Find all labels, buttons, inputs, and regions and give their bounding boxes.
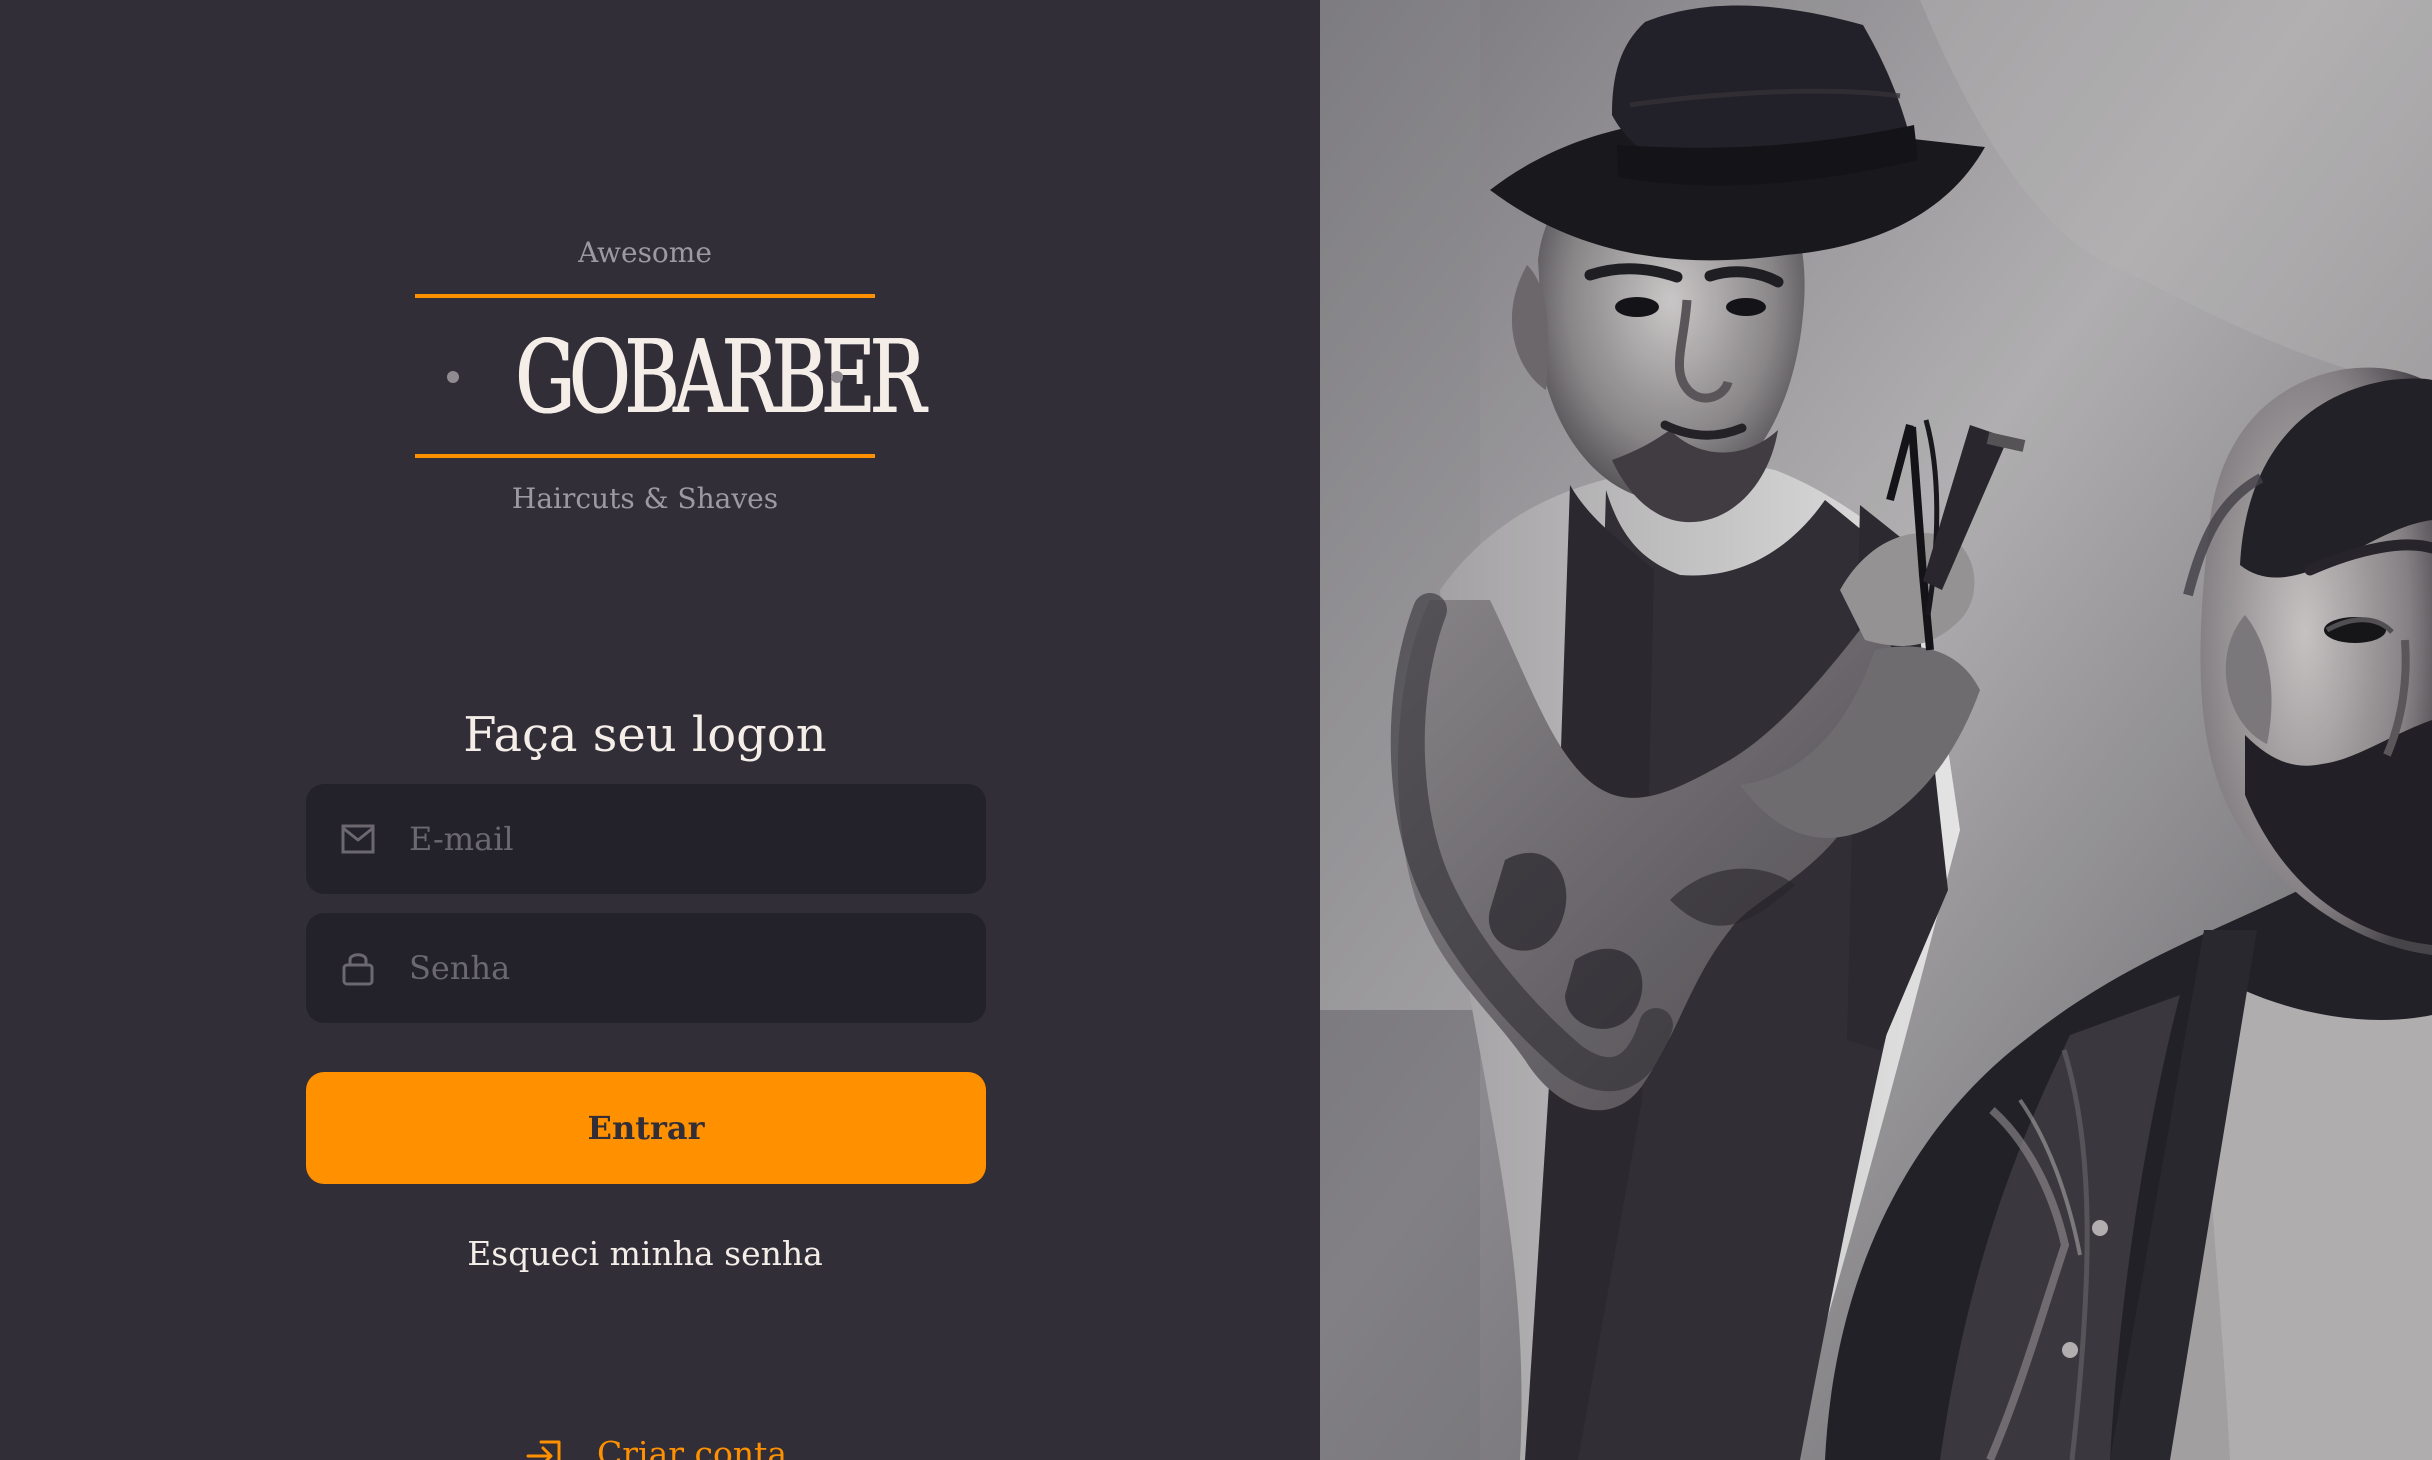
email-field[interactable] (306, 784, 986, 894)
create-account-label: Criar conta (597, 1434, 788, 1460)
logo-left-dot (447, 371, 459, 383)
brand-name: GOBARBER (515, 318, 926, 436)
login-screen: Awesome GOBARBER Haircuts & Shaves Faça … (0, 0, 2432, 1460)
logo-subtitle: Haircuts & Shaves (511, 482, 779, 515)
logo-right-dot (831, 371, 843, 383)
gobarber-logo: Awesome GOBARBER Haircuts & Shaves (415, 230, 926, 525)
enter-button[interactable]: Entrar (306, 1072, 986, 1184)
login-title: Faça seu logon (463, 707, 827, 764)
log-in-icon (526, 1440, 561, 1460)
logo-top-text: Awesome (578, 236, 712, 269)
lock-icon (342, 953, 374, 986)
password-input[interactable] (409, 945, 929, 991)
barber-photo (1320, 0, 2432, 1460)
barber-hero-image (1320, 0, 2432, 1460)
email-input[interactable] (409, 816, 929, 862)
logo-bottom-divider (415, 454, 875, 458)
logo-top-divider (415, 294, 875, 298)
create-account-link[interactable]: Criar conta (525, 1430, 788, 1460)
login-panel: Awesome GOBARBER Haircuts & Shaves Faça … (0, 0, 1320, 1460)
mail-icon (341, 824, 375, 854)
forgot-password-link[interactable]: Esqueci minha senha (430, 1230, 860, 1278)
password-field[interactable] (306, 913, 986, 1023)
